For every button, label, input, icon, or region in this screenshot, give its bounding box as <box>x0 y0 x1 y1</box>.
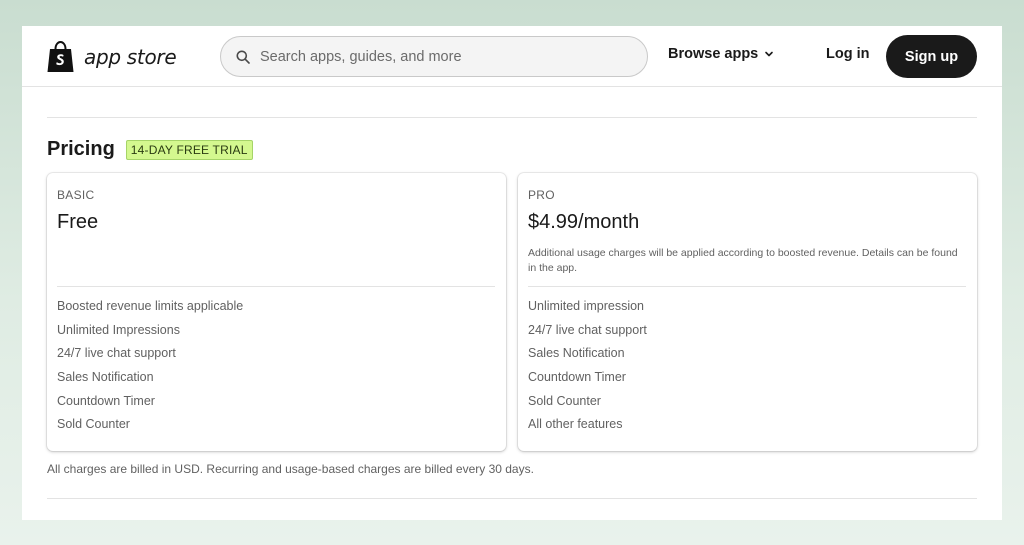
card-divider <box>528 286 966 287</box>
logo-text: app store <box>84 45 177 69</box>
plan-usage-note: Additional usage charges will be applied… <box>528 247 958 274</box>
log-in-link[interactable]: Log in <box>826 46 870 62</box>
feature-item: Countdown Timer <box>57 393 155 408</box>
shopify-bag-icon <box>47 41 74 72</box>
plan-price: Free <box>57 211 99 233</box>
feature-item: Boosted revenue limits applicable <box>57 299 244 313</box>
chevron-down-icon <box>765 51 774 57</box>
sign-up-button[interactable]: Sign up <box>886 35 977 78</box>
basic-plan-card: BASIC Free Boosted revenue limits applic… <box>47 173 506 451</box>
free-trial-badge: 14-DAY FREE TRIAL <box>125 139 253 160</box>
feature-item: All other features <box>528 417 623 432</box>
app-store-logo[interactable]: app store <box>46 41 177 73</box>
app-store-window: app store Browse apps Log in Sign up Pri… <box>22 26 1002 520</box>
feature-item: Countdown Timer <box>528 370 626 385</box>
section-divider <box>47 498 977 499</box>
feature-item: Unlimited Impressions <box>57 322 180 337</box>
plan-features: Boosted revenue limits applicable Unlimi… <box>57 298 243 440</box>
feature-item: Sold Counter <box>57 417 130 432</box>
site-header: app store Browse apps Log in Sign up <box>22 26 1002 87</box>
browse-apps-label: Browse apps <box>668 46 759 62</box>
pricing-title: Pricing <box>47 138 115 160</box>
plan-name: BASIC <box>57 188 95 202</box>
feature-item: Sold Counter <box>528 393 601 408</box>
feature-item: Unlimited impression <box>528 299 645 313</box>
plan-name: PRO <box>528 188 555 202</box>
card-divider <box>57 286 495 287</box>
plan-price: $4.99/month <box>528 211 640 233</box>
search-bar[interactable] <box>220 36 648 77</box>
feature-item: 24/7 live chat support <box>528 322 647 337</box>
pricing-header: Pricing 14-DAY FREE TRIAL <box>47 138 253 161</box>
feature-item: Sales Notification <box>57 370 154 385</box>
plan-features: Unlimited impression 24/7 live chat supp… <box>528 298 647 440</box>
pro-plan-card: PRO $4.99/month Additional usage charges… <box>518 173 977 451</box>
section-divider <box>47 117 977 118</box>
browse-apps-menu[interactable]: Browse apps <box>668 46 774 62</box>
billing-footnote: All charges are billed in USD. Recurring… <box>47 462 534 476</box>
feature-item: 24/7 live chat support <box>57 346 176 361</box>
feature-item: Sales Notification <box>528 346 625 361</box>
search-input[interactable] <box>260 48 630 65</box>
search-icon <box>236 50 250 64</box>
